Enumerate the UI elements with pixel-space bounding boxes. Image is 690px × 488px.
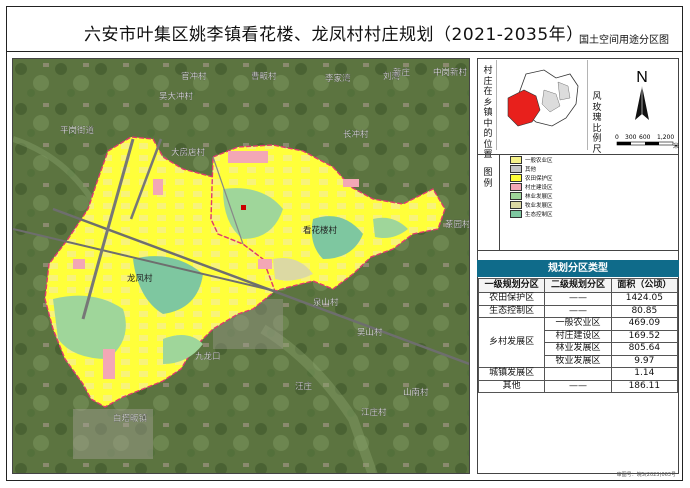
place-label: 吴山村 bbox=[357, 327, 383, 338]
place-label: 看花楼村 bbox=[303, 225, 338, 236]
level2-cell: —— bbox=[544, 379, 612, 393]
legend-swatch bbox=[510, 210, 522, 218]
legend-item: 农田保护区 bbox=[510, 174, 553, 182]
place-label: 汪庄 bbox=[295, 381, 313, 392]
place-label: 白塔畈镇 bbox=[113, 413, 148, 424]
place-label: 泉山村 bbox=[313, 297, 339, 308]
map-canvas[interactable]: 官冲村 曹畈村 吴大冲村 李家湾 中岗新村 新庄 平岗街道 大房店村 长冲村 看… bbox=[13, 59, 470, 474]
level1-cell: 生态控制区 bbox=[477, 304, 546, 318]
area-cell: 469.09 bbox=[610, 317, 679, 331]
level2-cell: 牧业发展区 bbox=[544, 354, 612, 368]
legend-item: 林业发展区 bbox=[510, 192, 553, 200]
north-label: N bbox=[636, 69, 648, 86]
scale-tick: 600 bbox=[639, 134, 651, 141]
map-title: 六安市叶集区姚李镇看花楼、龙凤村村庄规划（2021-2035年） bbox=[84, 25, 584, 45]
scale-bar: 0 300 600 1,200 米 bbox=[615, 134, 679, 150]
scale-tick: 300 bbox=[625, 134, 637, 141]
legend-item: 生态控制区 bbox=[510, 210, 553, 218]
place-label: 江庄村 bbox=[361, 407, 387, 418]
table-header-row: 一级规划分区 二级规划分区 面积（公顷） bbox=[477, 278, 679, 293]
legend-item: 其他 bbox=[510, 165, 536, 173]
compass-and-scale: N 0 300 600 1,200 米 bbox=[615, 69, 679, 150]
level2-cell: 一般农业区 bbox=[544, 317, 612, 331]
place-label: 官冲村 bbox=[181, 71, 207, 82]
title-bar: 六安市叶集区姚李镇看花楼、龙凤村村庄规划（2021-2035年） 国土空间用途分… bbox=[6, 6, 683, 52]
table-row: 乡村发展区 一般农业区 469.09 bbox=[477, 317, 679, 368]
zoning-table-title: 规划分区类型 bbox=[477, 260, 679, 277]
level2-cell: —— bbox=[544, 292, 612, 306]
legend-item: 牧业发展区 bbox=[510, 201, 553, 209]
scale-tick: 0 bbox=[615, 134, 619, 141]
area-cell: 80.85 bbox=[610, 304, 679, 318]
level1-cell: 乡村发展区 bbox=[477, 317, 546, 368]
legend-swatch bbox=[510, 201, 522, 209]
place-label: 曹畈村 bbox=[251, 71, 277, 82]
table-row: 城镇发展区 1.14 bbox=[477, 367, 679, 381]
map-subtitle: 国土空间用途分区图 bbox=[579, 35, 669, 46]
place-label: 大房店村 bbox=[171, 147, 206, 158]
place-label: 九龙口 bbox=[195, 351, 221, 362]
level1-cell: 城镇发展区 bbox=[477, 367, 546, 381]
zoning-table: 一级规划分区 二级规划分区 面积（公顷） 农田保护区 —— 1424.05 生态… bbox=[477, 278, 679, 393]
place-label: 刘湾 bbox=[383, 71, 401, 82]
legend-swatch bbox=[510, 183, 522, 191]
legend-divider-vertical bbox=[499, 154, 500, 250]
place-label: 龙凤村 bbox=[127, 273, 153, 284]
area-cell: 1424.05 bbox=[610, 292, 679, 306]
area-cell: 9.97 bbox=[610, 354, 679, 368]
table-row: 其他 —— 186.11 bbox=[477, 379, 679, 393]
column-header: 二级规划分区 bbox=[544, 278, 612, 293]
place-label: 中岗新村 bbox=[433, 67, 468, 78]
legend-swatch bbox=[510, 174, 522, 182]
legend-divider bbox=[477, 154, 679, 155]
place-label: 吴大冲村 bbox=[159, 91, 194, 102]
scale-tick: 1,200 bbox=[657, 134, 674, 141]
legend-swatch bbox=[510, 165, 522, 173]
legend-item: 一般农业区 bbox=[510, 156, 553, 164]
level1-cell: 其他 bbox=[477, 379, 546, 393]
compass-label: 风玫瑰比例尺 bbox=[592, 92, 602, 155]
place-label: 茶园村 bbox=[445, 219, 470, 230]
level2-cell: 村庄建设区 bbox=[544, 329, 612, 343]
column-header: 面积（公顷） bbox=[610, 278, 679, 293]
area-cell: 805.64 bbox=[610, 342, 679, 356]
main-map[interactable]: 官冲村 曹畈村 吴大冲村 李家湾 中岗新村 新庄 平岗街道 大房店村 长冲村 看… bbox=[12, 58, 470, 474]
level2-cell: 林业发展区 bbox=[544, 342, 612, 356]
area-cell: 169.52 bbox=[610, 329, 679, 343]
legend-swatch bbox=[510, 156, 522, 164]
place-label: 平岗街道 bbox=[60, 125, 95, 136]
place-label: 长冲村 bbox=[343, 129, 369, 140]
legend-label: 图例 bbox=[483, 168, 493, 189]
area-cell: 186.11 bbox=[610, 379, 679, 393]
level2-cell bbox=[544, 367, 612, 381]
table-row: 生态控制区 —— 80.85 bbox=[477, 304, 679, 318]
place-label: 山南村 bbox=[403, 387, 429, 398]
locator-map bbox=[496, 60, 588, 150]
scale-unit: 米 bbox=[673, 142, 679, 150]
table-divider bbox=[477, 250, 679, 251]
place-label: 李家湾 bbox=[325, 73, 351, 84]
legend-swatch bbox=[510, 192, 522, 200]
area-cell: 1.14 bbox=[610, 367, 679, 381]
legend-item: 村庄建设区 bbox=[510, 183, 553, 191]
column-header: 一级规划分区 bbox=[477, 278, 546, 293]
level2-cell: —— bbox=[544, 304, 612, 318]
map-approval-number: 审图号：皖S(2023)063号 bbox=[616, 472, 676, 478]
locator-label: 村庄在乡镇中的位置 bbox=[483, 66, 493, 160]
level1-cell: 农田保护区 bbox=[477, 292, 546, 306]
table-row: 农田保护区 —— 1424.05 bbox=[477, 292, 679, 306]
